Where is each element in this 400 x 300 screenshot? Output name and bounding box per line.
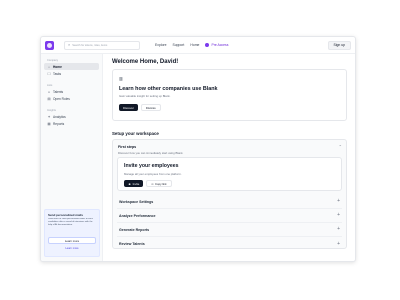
promo-title: Send personalized mails [48, 213, 84, 217]
search-placeholder: Search for tokens, roles, items [72, 43, 108, 47]
nav-home[interactable]: Home [190, 43, 199, 47]
invite-actions: ☻ Invite ∞ Copy link [124, 180, 172, 187]
sidebar-item-open-roles[interactable]: ▤ Open Roles [44, 95, 99, 102]
sidebar-item-talents[interactable]: ☺ Talents [44, 88, 99, 95]
analytics-icon: ✦ [47, 114, 51, 119]
search-icon: ⌕ [68, 42, 71, 47]
chevron-up-icon[interactable]: ⌃ [339, 144, 342, 149]
page-title: Welcome Home, David! [112, 59, 179, 65]
learn-subtitle: Gain valuable insight for setting up Bla… [119, 94, 171, 98]
accordion-label: Workspace Settings [119, 199, 154, 204]
tasks-icon: ☐ [47, 71, 51, 76]
pre-access-link[interactable]: Pre Access [205, 43, 228, 47]
nav-support[interactable]: Support [173, 43, 185, 47]
copy-link-label: Copy link [155, 181, 167, 186]
main-content: Welcome Home, David! ▥ Learn how other c… [111, 54, 347, 261]
search-input[interactable]: ⌕ Search for tokens, roles, items [64, 40, 140, 50]
first-steps-subtitle: Discover how you can immediately start u… [118, 151, 184, 155]
pre-access-dot-icon [205, 43, 210, 47]
accordion-analyze-performance[interactable]: Analyze Performance + [117, 209, 342, 223]
app-window: ⌕ Search for tokens, roles, items Explor… [40, 36, 356, 262]
user-plus-icon: ☻ [128, 181, 132, 186]
accordion-label: Generate Reports [119, 227, 150, 232]
sidebar-section-label: Insights [47, 109, 56, 112]
sidebar-item-tasks[interactable]: ☐ Tasks [44, 70, 99, 77]
accordion-generate-reports[interactable]: Generate Reports + [117, 223, 342, 237]
learn-card: ▥ Learn how other companies use Blank Ga… [112, 69, 347, 121]
sidebar-item-label: Tasks [53, 71, 62, 76]
top-header: ⌕ Search for tokens, roles, items Explor… [41, 37, 355, 54]
plus-icon: + [337, 240, 340, 247]
first-steps-title: First steps [118, 145, 137, 149]
sign-up-button[interactable]: Sign up [327, 40, 351, 50]
first-steps-panel: First steps Discover how you can immedia… [112, 139, 347, 249]
promo-text: Lead times to send personalized mails to… [48, 218, 93, 226]
promo-learn-more-button[interactable]: Learn more [48, 237, 96, 244]
copy-link-button[interactable]: ∞ Copy link [146, 180, 172, 187]
invite-title: Invite your employees [124, 163, 179, 169]
invite-button[interactable]: ☻ Invite [124, 180, 144, 187]
promo-learn-more-link[interactable]: Learn more [48, 247, 96, 250]
accordion-label: Review Talents [119, 242, 145, 246]
learn-actions: Discover Dismiss [119, 104, 161, 111]
sidebar-item-label: Analytics [53, 114, 66, 119]
sidebar-item-home[interactable]: ⌂ Home [44, 63, 99, 70]
dismiss-button[interactable]: Dismiss [140, 104, 161, 111]
invite-card: Invite your employees Manage all your em… [117, 157, 342, 191]
open-roles-icon: ▤ [47, 96, 51, 101]
sidebar-section-label: Lists [47, 84, 53, 87]
setup-title: Setup your workspace [112, 131, 159, 136]
accordion-review-talents[interactable]: Review Talents + [117, 237, 342, 251]
home-icon: ⌂ [47, 64, 51, 69]
accordion-workspace-settings[interactable]: Workspace Settings + [117, 195, 342, 209]
sidebar-item-label: Talents [53, 89, 64, 94]
invite-button-label: Invite [132, 181, 140, 186]
top-nav: Explore Support Home Pre Access [155, 43, 228, 47]
sidebar-item-reports[interactable]: ▦ Reports [44, 120, 99, 127]
plus-icon: + [337, 198, 340, 204]
invite-subtitle: Manage all your employees from one platf… [124, 172, 182, 176]
reports-icon: ▦ [47, 121, 51, 126]
sidebar-item-label: Open Roles [53, 96, 70, 101]
sidebar-section-label: Company [47, 59, 59, 62]
book-icon: ▥ [119, 76, 123, 81]
discover-button[interactable]: Discover [119, 104, 138, 111]
learn-title: Learn how other companies use Blank [119, 86, 218, 92]
promo-card: Send personalized mails Lead times to se… [44, 209, 100, 257]
link-icon: ∞ [151, 181, 154, 186]
nav-explore[interactable]: Explore [155, 43, 167, 47]
sidebar-item-label: Reports [53, 121, 65, 126]
plus-icon: + [337, 212, 340, 218]
accordion-label: Analyze Performance [119, 213, 156, 218]
plus-icon: + [337, 226, 340, 232]
sidebar-item-label: Home [53, 64, 62, 69]
sidebar-item-analytics[interactable]: ✦ Analytics [44, 113, 99, 120]
sidebar: Company ⌂ Home ☐ Tasks Lists ☺ Talents ▤… [41, 54, 103, 261]
talents-icon: ☺ [47, 89, 51, 94]
pre-access-label: Pre Access [211, 43, 229, 47]
app-logo[interactable] [45, 40, 54, 50]
